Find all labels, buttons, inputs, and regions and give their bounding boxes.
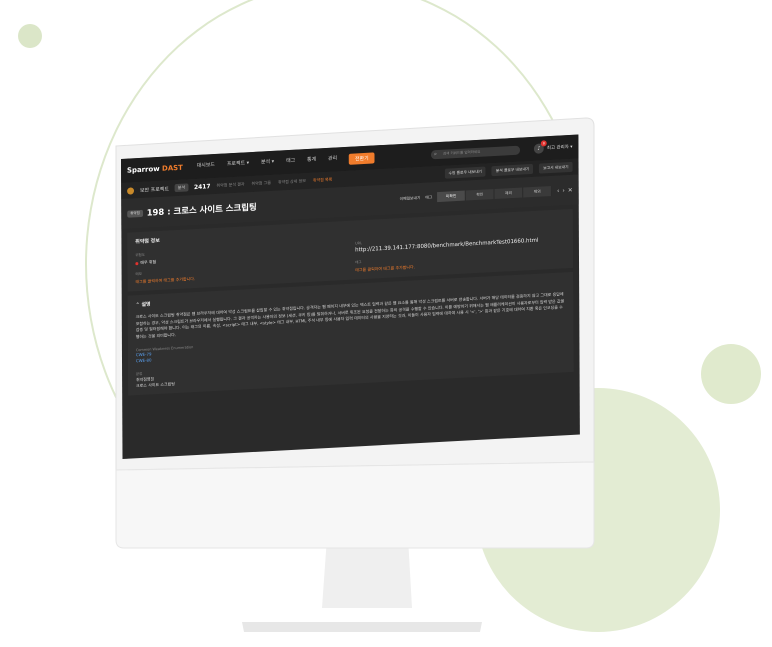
- menu-item-admin[interactable]: 관리: [328, 154, 337, 165]
- status-excluded-button-2[interactable]: 제외: [523, 185, 553, 198]
- tag-field: 태그 태그를 클릭하여 태그를 추가합니다.: [355, 249, 565, 273]
- vuln-tag: 취약점: [127, 209, 143, 218]
- breadcrumb-current[interactable]: 취약점 목록: [313, 177, 333, 184]
- logo-main: Sparrow: [126, 164, 160, 175]
- email-button[interactable]: 이메일보내기: [400, 195, 421, 202]
- next-icon[interactable]: ›: [562, 187, 564, 194]
- nav-buttons: ‹ › ✕: [557, 186, 573, 194]
- export-analysis-flow-button[interactable]: 분석 플로우 내보내기: [491, 163, 534, 177]
- title-actions: 이메일보내기 태그 미확인 확인 제외 제외 ‹ › ✕: [400, 185, 573, 204]
- menu-item-active[interactable]: 전환기: [349, 151, 375, 165]
- monitor-foot: [242, 622, 482, 632]
- export-fix-flow-button[interactable]: 수정 플로우 내보내기: [444, 166, 486, 179]
- status-excluded-button[interactable]: 제외: [494, 187, 524, 200]
- search-icon: ⌕: [434, 150, 437, 157]
- prev-icon[interactable]: ‹: [557, 187, 559, 194]
- page-title: 198 : 크로스 사이트 스크립팅: [146, 202, 257, 219]
- comment-field: 메모 태그를 클릭하여 태그를 추가합니다.: [135, 261, 345, 285]
- description-heading-text: 설명: [141, 301, 151, 308]
- app-screen: Sparrow DAST 대시보드 프로젝트 ▾ 분석 ▾ 태그 통계 관리 전…: [121, 134, 580, 459]
- tag-button[interactable]: 태그: [425, 194, 432, 200]
- logo-accent: DAST: [162, 163, 183, 173]
- search-placeholder: 검색 키워드를 입력하세요: [442, 149, 481, 156]
- export-report-button[interactable]: 보고서 내보내기: [539, 161, 573, 174]
- project-name[interactable]: 보안 프로젝트: [140, 185, 169, 194]
- breadcrumb-item[interactable]: 취약점 상세 정보: [278, 178, 306, 186]
- app-logo[interactable]: Sparrow DAST: [127, 164, 183, 175]
- status-unconfirmed-button[interactable]: 미확인: [437, 190, 466, 203]
- user-menu[interactable]: ♪ 8 최고 관리자 ▾: [534, 140, 573, 154]
- status-segmented-control: 미확인 확인 제외 제외: [437, 185, 553, 203]
- status-confirmed-button[interactable]: 확인: [465, 189, 495, 201]
- menu-item-stats[interactable]: 통계: [307, 155, 316, 166]
- breadcrumb-item[interactable]: 취약점 그룹: [251, 180, 271, 187]
- project-icon: [127, 186, 135, 195]
- description-panel: ⌃ 설명 크로스 사이트 스크립팅 취약점은 웹 브라우저에 대하여 악성 스크…: [127, 271, 574, 396]
- risk-text: 매우 위험: [140, 259, 157, 265]
- scan-number: 2417: [193, 182, 211, 191]
- search-input[interactable]: ⌕ 검색 키워드를 입력하세요: [431, 145, 521, 159]
- close-icon[interactable]: ✕: [568, 186, 573, 193]
- menu-item-analysis[interactable]: 분석 ▾: [261, 157, 274, 169]
- menu-item-tag[interactable]: 태그: [286, 156, 295, 167]
- menu-item-project[interactable]: 프로젝트 ▾: [227, 159, 249, 171]
- monitor-chin: [115, 461, 595, 549]
- main-menu: 대시보드 프로젝트 ▾ 분석 ▾ 태그 통계 관리 전환기: [197, 151, 375, 173]
- breadcrumb: 취약점 분석 결과 취약점 그룹 취약점 상세 정보 취약점 목록: [216, 177, 332, 189]
- user-name: 최고 관리자 ▾: [546, 144, 573, 152]
- menu-item-dashboard[interactable]: 대시보드: [197, 160, 215, 172]
- notification-bell-icon[interactable]: ♪ 8: [534, 140, 547, 154]
- risk-dot-icon: [135, 261, 139, 265]
- scan-pill: 분석: [174, 183, 189, 193]
- breadcrumb-item[interactable]: 취약점 분석 결과: [216, 181, 244, 189]
